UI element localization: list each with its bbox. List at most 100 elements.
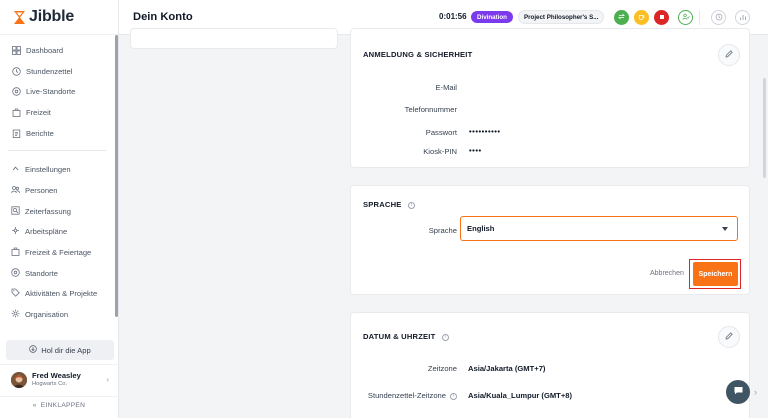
- sidebar-item-einstellungen[interactable]: Einstellungen: [0, 159, 114, 180]
- suitcase-icon: [11, 247, 20, 258]
- sidebar-item-label: Aktivitäten & Projekte: [25, 289, 98, 299]
- activity-badge[interactable]: Divination: [471, 11, 513, 23]
- datetime-title: DATUM & UHRZEIT i: [363, 332, 449, 341]
- main-scrollbar[interactable]: [763, 78, 766, 178]
- page-title: Dein Konto: [133, 11, 193, 23]
- chevron-right-icon[interactable]: ›: [754, 387, 757, 397]
- help-button[interactable]: [711, 10, 726, 25]
- sidebar-item-freizeit-feiertage[interactable]: Freizeit & Feiertage: [0, 242, 114, 263]
- info-icon[interactable]: i: [441, 333, 449, 341]
- user-menu[interactable]: Fred Weasley Hogwarts Co. ›: [0, 364, 118, 394]
- chevron-up-icon: [11, 164, 20, 175]
- jibble-logo-icon: [13, 10, 26, 25]
- sidebar-item-label: Stundenzettel: [26, 66, 73, 76]
- pencil-icon: [724, 328, 734, 346]
- pencil-icon: [724, 46, 734, 64]
- sidebar-item-label: Live-Standorte: [26, 87, 76, 97]
- collapse-label: EINKLAPPEN: [40, 402, 86, 409]
- sidebar-item-berichte[interactable]: Berichte: [0, 123, 114, 144]
- save-button[interactable]: Speichern: [693, 262, 738, 286]
- dashboard-icon: [11, 45, 21, 55]
- info-icon[interactable]: i: [407, 201, 415, 209]
- gear-icon: [11, 309, 20, 320]
- project-pill[interactable]: Project Philosopher's S...: [518, 10, 604, 24]
- collapse-sidebar-button[interactable]: « EINKLAPPEN: [0, 396, 118, 414]
- sidebar-item-label: Zeiterfassung: [25, 206, 72, 216]
- sidebar-item-dashboard[interactable]: Dashboard: [0, 40, 114, 61]
- sidebar-item-arbeitsplaene[interactable]: Arbeitspläne: [0, 222, 114, 243]
- sidebar-item-aktivitaeten-projekte[interactable]: Aktivitäten & Projekte: [0, 284, 114, 305]
- tag-icon: [11, 288, 20, 299]
- kiosk-pin-value: ••••: [469, 146, 482, 155]
- timesheet-timezone-label-text: Stundenzettel-Zeitzone: [367, 391, 446, 400]
- people-icon: [11, 185, 20, 196]
- break-button[interactable]: [634, 10, 649, 25]
- get-app-button[interactable]: Hol dir die App: [6, 340, 114, 360]
- sidebar: Jibble Dashboard Stundenzettel Live-Stan…: [0, 0, 119, 418]
- login-security-title: ANMELDUNG & SICHERHEIT: [363, 50, 473, 59]
- download-icon: [29, 345, 38, 355]
- location-pin-icon: [11, 268, 20, 279]
- sidebar-divider: [8, 150, 106, 152]
- timer: 0:01:56: [439, 12, 467, 21]
- logo[interactable]: Jibble: [0, 0, 118, 35]
- kiosk-pin-label: Kiosk-PIN: [423, 147, 457, 156]
- clock-icon: [715, 13, 723, 23]
- edit-datetime-button[interactable]: [718, 326, 740, 348]
- phone-label: Telefonnummer: [404, 105, 457, 114]
- bar-chart-icon: [739, 13, 747, 23]
- logo-text: Jibble: [29, 8, 75, 25]
- chat-button[interactable]: [726, 380, 750, 404]
- language-title: SPRACHE i: [363, 200, 415, 209]
- sidebar-item-label: Personen: [25, 185, 58, 195]
- user-name: Fred Weasley: [32, 371, 81, 380]
- password-value: ••••••••••: [469, 127, 501, 136]
- sidebar-item-label: Standorte: [25, 268, 58, 278]
- sidebar-item-label: Berichte: [26, 128, 54, 138]
- datetime-title-text: DATUM & UHRZEIT: [363, 332, 436, 341]
- get-app-label: Hol dir die App: [41, 345, 91, 355]
- sidebar-item-personen[interactable]: Personen: [0, 180, 114, 201]
- clock-in-button[interactable]: [678, 10, 693, 25]
- chevron-right-icon: ›: [106, 375, 109, 384]
- sidebar-item-freizeit[interactable]: Freizeit: [0, 102, 114, 123]
- cancel-button[interactable]: Abbrechen: [650, 270, 684, 277]
- sidebar-item-label: Organisation: [25, 310, 69, 320]
- language-field-label: Sprache: [428, 226, 457, 235]
- sidebar-item-live-standorte[interactable]: Live-Standorte: [0, 81, 114, 102]
- sidebar-scrollbar[interactable]: [115, 35, 118, 317]
- language-title-text: SPRACHE: [363, 200, 402, 209]
- sidebar-item-label: Einstellungen: [25, 165, 71, 175]
- time-tracking-icon: [11, 206, 20, 217]
- sidebar-item-label: Freizeit: [26, 107, 51, 117]
- location-pin-icon: [11, 87, 21, 97]
- avatar: [11, 371, 27, 388]
- analytics-button[interactable]: [735, 10, 750, 25]
- chat-icon: [733, 383, 744, 401]
- sidebar-item-label: Arbeitspläne: [25, 227, 68, 237]
- login-security-card: ANMELDUNG & SICHERHEIT E-Mail Telefonnum…: [350, 28, 750, 168]
- switch-activity-button[interactable]: [614, 10, 629, 25]
- sidebar-nav: Dashboard Stundenzettel Live-Standorte F…: [0, 40, 114, 325]
- stop-button[interactable]: [654, 10, 669, 25]
- timezone-value: Asia/Jakarta (GMT+7): [468, 364, 546, 373]
- timesheet-timezone-label: Stundenzettel-Zeitzone i: [347, 391, 457, 400]
- sidebar-item-stundenzettel[interactable]: Stundenzettel: [0, 61, 114, 82]
- person-check-icon: [681, 13, 690, 23]
- user-org: Hogwarts Co.: [32, 381, 68, 387]
- schedule-icon: [11, 226, 20, 237]
- language-select[interactable]: English: [460, 216, 738, 241]
- sidebar-item-organisation[interactable]: Organisation: [0, 304, 114, 325]
- switch-icon: [618, 13, 625, 22]
- profile-card: [130, 28, 338, 49]
- clipboard-icon: [11, 128, 21, 138]
- sidebar-item-zeiterfassung[interactable]: Zeiterfassung: [0, 201, 114, 222]
- info-icon[interactable]: i: [450, 392, 457, 400]
- clock-icon: [11, 66, 21, 76]
- edit-login-button[interactable]: [718, 44, 740, 66]
- datetime-card: DATUM & UHRZEIT i Zeitzone Asia/Jakarta …: [350, 312, 750, 418]
- double-chevron-left-icon: «: [32, 402, 37, 409]
- chevron-down-icon: [722, 227, 728, 231]
- timezone-label: Zeitzone: [427, 364, 457, 373]
- sidebar-item-standorte[interactable]: Standorte: [0, 263, 114, 284]
